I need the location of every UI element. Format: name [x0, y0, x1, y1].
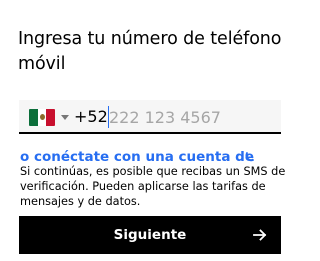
text-cursor: [108, 106, 109, 128]
arrow-right-icon: [253, 229, 267, 241]
country-code: +52: [74, 107, 108, 126]
mexico-flag-icon[interactable]: [29, 109, 55, 126]
next-button[interactable]: Siguiente: [19, 216, 281, 254]
next-button-label: Siguiente: [113, 227, 187, 243]
loading-spinner-icon: [245, 152, 254, 162]
phone-input[interactable]: [107, 105, 277, 129]
page-title: Ingresa tu número de teléfono móvil: [18, 29, 282, 74]
chevron-down-icon[interactable]: [61, 115, 69, 120]
phone-number-field[interactable]: +52: [19, 100, 281, 134]
sms-disclaimer: Si continúas, es posible que recibas un …: [20, 165, 286, 208]
